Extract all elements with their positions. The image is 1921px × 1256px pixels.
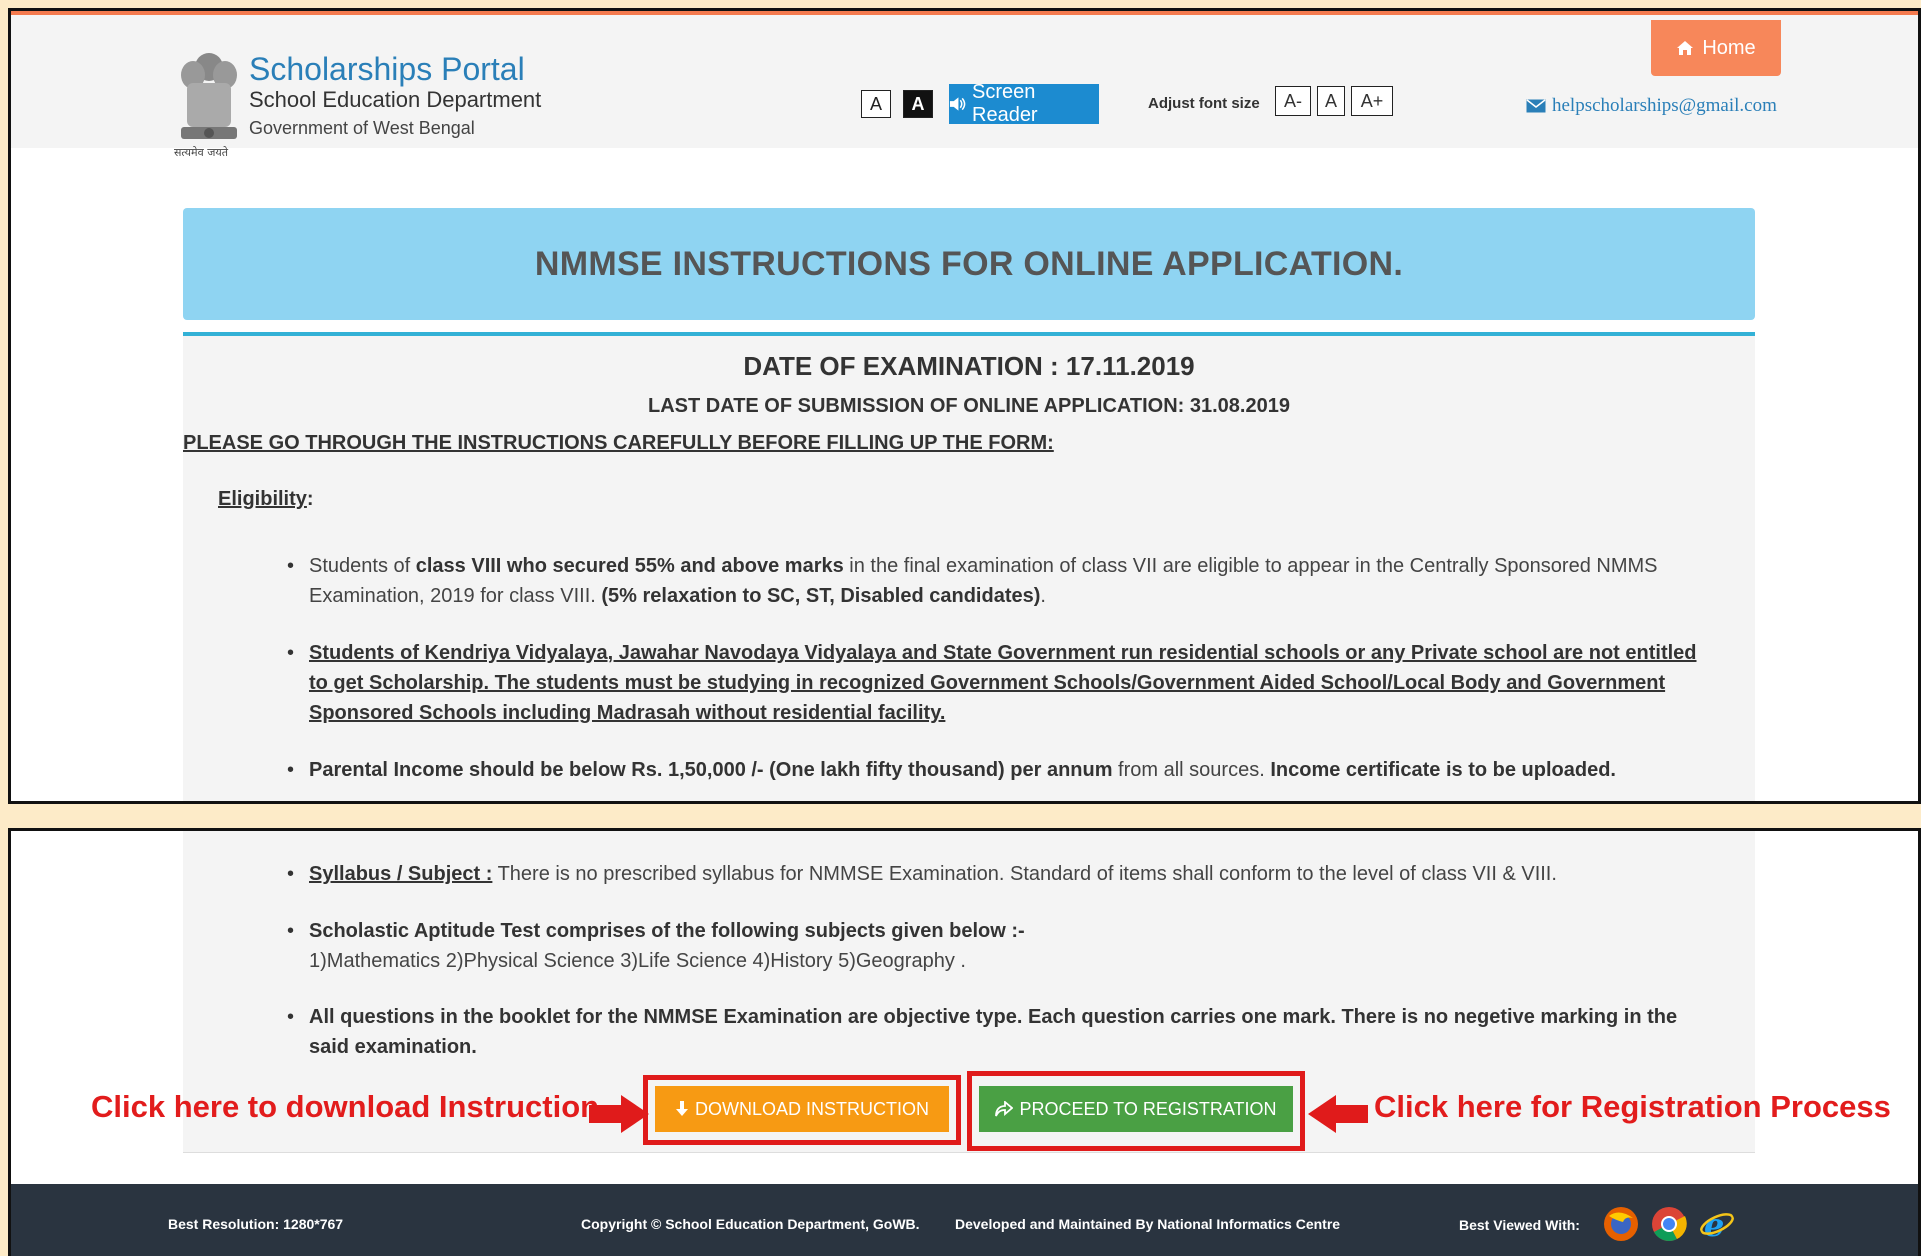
home-label: Home [1702,36,1756,59]
government-name: Government of West Bengal [249,118,475,138]
subjects-list: 1)Mathematics 2)Physical Science 3)Life … [309,950,966,972]
proceed-to-registration-button[interactable]: PROCEED TO REGISTRATION [979,1086,1293,1132]
page-title: NMMSE INSTRUCTIONS FOR ONLINE APPLICATIO… [534,244,1404,283]
contrast-dark-button[interactable]: A [903,90,933,118]
screen-reader-label: Screen Reader [972,81,1038,126]
bullet-text: from all sources. [1112,759,1271,781]
chrome-icon [1652,1207,1687,1241]
list-item: Scholastic Aptitude Test comprises of th… [287,916,1707,976]
ie-icon: e [1700,1206,1734,1242]
list-item: Students of Kendriya Vidyalaya, Jawahar … [287,638,1707,728]
share-icon [995,1101,1014,1117]
please-read-heading: PLEASE GO THROUGH THE INSTRUCTIONS CAREF… [183,432,1054,454]
firefox-icon [1604,1207,1638,1241]
help-email-text: helpscholarships@gmail.com [1552,95,1777,116]
bullet-underlined-text: Students of Kendriya Vidyalaya, Jawahar … [309,642,1697,724]
eligibility-colon: : [306,488,314,510]
site-footer: Best Resolution: 1280*767 Copyright © Sc… [11,1184,1918,1256]
copyright-text: Copyright © School Education Department,… [581,1216,920,1232]
screen-reader-button[interactable]: Screen Reader [949,81,1099,126]
font-normal-button[interactable]: A [1317,86,1345,116]
developed-by-text: Developed and Maintained By National Inf… [955,1216,1341,1232]
list-item: Parental Income should be below Rs. 1,50… [287,755,1707,785]
list-item: All questions in the booklet for the NMM… [287,1002,1707,1062]
bullet-bold-text: class VIII who secured 55% and above mar… [415,555,844,577]
download-instruction-button[interactable]: DOWNLOAD INSTRUCTION [655,1086,949,1132]
top-screenshot-panel: Scholarships Portal School Education Dep… [8,8,1921,804]
portal-title: Scholarships Portal [249,51,525,87]
red-arrow-icon [1308,1095,1368,1133]
syllabus-label: Syllabus / Subject : [309,863,493,885]
red-arrow-icon [589,1095,649,1133]
contrast-normal-button[interactable]: A [861,90,891,118]
department-name: School Education Department [249,87,542,112]
download-arrow-icon [676,1101,688,1116]
last-submission-date: LAST DATE OF SUBMISSION OF ONLINE APPLIC… [648,395,1290,417]
font-decrease-button[interactable]: A- [1275,86,1311,116]
help-email-link[interactable]: helpscholarships@gmail.com [1526,95,1777,117]
list-item: Students of class VIII who secured 55% a… [287,551,1707,611]
best-resolution-text: Best Resolution: 1280*767 [168,1216,344,1232]
bottom-screenshot-panel: Syllabus / Subject : There is no prescri… [8,828,1921,1256]
site-header: Scholarships Portal School Education Dep… [11,11,1918,148]
home-icon [1677,41,1694,55]
mail-icon [1526,99,1546,113]
home-button[interactable]: Home [1651,20,1781,76]
download-instruction-label: DOWNLOAD INSTRUCTION [695,1098,929,1119]
eligibility-label: Eligibility [218,488,307,510]
bullet-bold-text: All questions in the booklet for the NMM… [309,1006,1678,1058]
bullet-text: . [1040,585,1046,607]
bullet-bold-text: Scholastic Aptitude Test comprises of th… [309,920,1025,942]
exam-date: DATE OF EXAMINATION : 17.11.2019 [743,351,1195,381]
bullet-bold-text: Parental Income should be below Rs. 1,50… [309,759,1113,781]
eligibility-heading: Eligibility: [218,488,314,511]
adjust-font-label: Adjust font size [1148,95,1260,112]
proceed-to-registration-label: PROCEED TO REGISTRATION [1019,1098,1277,1119]
bullet-text: Students of [309,555,416,577]
bullet-bold-text: Income certificate is to be uploaded. [1270,759,1616,781]
list-item: Syllabus / Subject : There is no prescri… [287,859,1707,889]
bullet-text: There is no prescribed syllabus for NMMS… [492,863,1557,885]
emblem-motto: सत्यमेव जयते [174,146,229,159]
registration-annotation: Click here for Registration Process [1374,1089,1891,1124]
emblem-icon [181,53,237,139]
download-annotation: Click here to download Instruction [91,1089,600,1124]
speaker-icon [949,97,966,111]
font-increase-button[interactable]: A+ [1351,86,1393,116]
title-banner: NMMSE INSTRUCTIONS FOR ONLINE APPLICATIO… [183,208,1755,320]
svg-text:e: e [1704,1206,1724,1242]
bullet-bold-text: (5% relaxation to SC, ST, Disabled candi… [601,585,1041,607]
best-viewed-label: Best Viewed With: [1459,1217,1580,1233]
